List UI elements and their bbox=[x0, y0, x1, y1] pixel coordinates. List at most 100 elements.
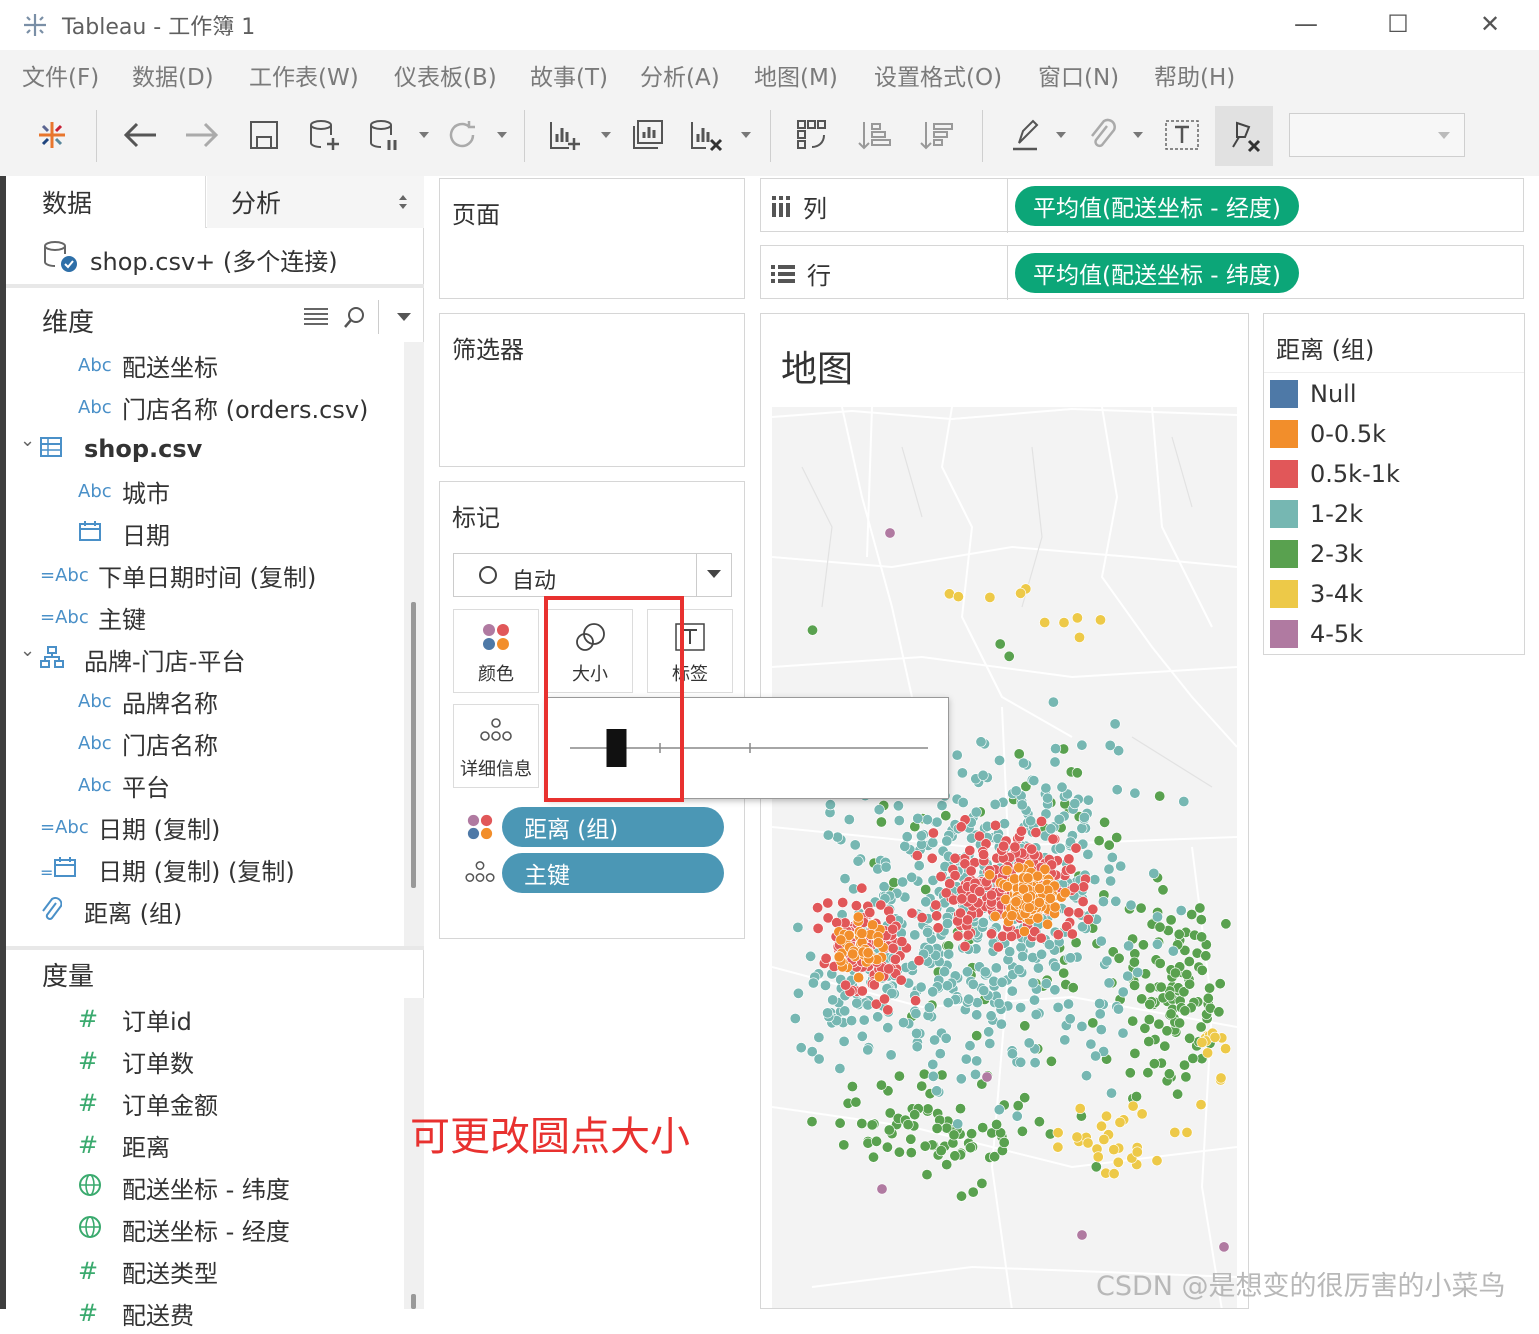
map-plot[interactable] bbox=[772, 407, 1237, 1309]
fix-axes-icon[interactable] bbox=[1215, 106, 1273, 166]
swap-icon[interactable] bbox=[790, 112, 834, 158]
menu-data[interactable]: 数据(D) bbox=[132, 58, 214, 92]
pages-card[interactable]: 页面 bbox=[439, 178, 745, 299]
menu-file[interactable]: 文件(F) bbox=[22, 58, 99, 92]
legend-item[interactable]: 2-3k bbox=[1270, 539, 1363, 569]
measure-field[interactable]: 配送坐标 - 经度 bbox=[78, 1208, 290, 1250]
legend-item[interactable]: 4-5k bbox=[1270, 619, 1363, 649]
search-icon[interactable] bbox=[344, 306, 366, 328]
dimension-field[interactable]: shop.csv bbox=[40, 428, 202, 470]
pause-updates-icon[interactable] bbox=[362, 112, 406, 158]
close-button[interactable]: ✕ bbox=[1460, 6, 1520, 42]
forward-icon[interactable] bbox=[180, 112, 224, 158]
map-point bbox=[1094, 614, 1106, 626]
dimension-field[interactable]: = 日期 (复制) (复制) bbox=[40, 848, 295, 890]
filters-card[interactable]: 筛选器 bbox=[439, 313, 745, 467]
tableau-logo-icon[interactable] bbox=[30, 112, 74, 158]
label-icon[interactable] bbox=[1160, 112, 1204, 158]
connection-row[interactable]: shop.csv+ (多个连接) bbox=[6, 228, 424, 288]
maximize-button[interactable]: ☐ bbox=[1368, 6, 1428, 42]
dropdown-arrow-icon[interactable] bbox=[1056, 132, 1066, 138]
collapse-chevron-icon[interactable]: ⌄ bbox=[20, 640, 35, 661]
measure-field[interactable]: # 订单id bbox=[78, 998, 192, 1040]
dimension-field[interactable]: Abc 品牌名称 bbox=[78, 680, 218, 722]
dimension-field[interactable]: 日期 bbox=[78, 512, 170, 554]
dimension-field[interactable]: =Abc 主键 bbox=[40, 596, 146, 638]
legend-item[interactable]: 0-0.5k bbox=[1270, 419, 1386, 449]
refresh-icon[interactable] bbox=[440, 112, 484, 158]
clear-sheet-icon[interactable] bbox=[684, 112, 728, 158]
dimension-field[interactable]: Abc 城市 bbox=[78, 470, 170, 512]
number-type-icon: # bbox=[78, 1257, 99, 1285]
menu-map[interactable]: 地图(M) bbox=[754, 58, 838, 92]
dimension-field[interactable]: 品牌-门店-平台 bbox=[40, 638, 245, 680]
measure-field[interactable]: # 订单数 bbox=[78, 1040, 194, 1082]
rows-shelf[interactable]: 行 平均值(配送坐标 - 纬度) bbox=[760, 245, 1524, 300]
measure-field[interactable]: # 订单金额 bbox=[78, 1082, 218, 1124]
dimensions-scrollbar[interactable] bbox=[404, 342, 424, 946]
back-icon[interactable] bbox=[118, 112, 162, 158]
columns-icon bbox=[772, 195, 790, 217]
save-icon[interactable] bbox=[242, 112, 286, 158]
columns-shelf[interactable]: 列 平均值(配送坐标 - 经度) bbox=[760, 178, 1524, 233]
measure-field[interactable]: # 配送费 bbox=[78, 1292, 194, 1334]
new-datasource-icon[interactable] bbox=[302, 112, 346, 158]
map-point bbox=[1076, 1229, 1088, 1241]
dimension-field[interactable]: Abc 门店名称 (orders.csv) bbox=[78, 386, 368, 428]
detail-pill[interactable]: 主键 bbox=[502, 853, 724, 893]
legend-item[interactable]: Null bbox=[1270, 379, 1357, 409]
dropdown-arrow-icon[interactable] bbox=[601, 132, 611, 138]
detail-button[interactable]: 详细信息 bbox=[453, 704, 539, 788]
show-me-combo[interactable] bbox=[1289, 113, 1465, 157]
map-canvas[interactable] bbox=[772, 407, 1237, 1309]
collapse-chevron-icon[interactable]: ⌄ bbox=[20, 430, 35, 451]
dropdown-arrow-icon[interactable] bbox=[419, 132, 429, 138]
dropdown-arrow-icon[interactable] bbox=[741, 132, 751, 138]
legend-item[interactable]: 0.5k-1k bbox=[1270, 459, 1400, 489]
measure-field-label: 配送坐标 - 经度 bbox=[122, 1217, 290, 1246]
tab-analysis[interactable]: 分析 bbox=[207, 176, 424, 228]
map-point bbox=[1104, 739, 1116, 751]
measure-field[interactable]: # 配送类型 bbox=[78, 1250, 218, 1292]
menu-worksheet[interactable]: 工作表(W) bbox=[249, 58, 359, 92]
rows-pill[interactable]: 平均值(配送坐标 - 纬度) bbox=[1015, 253, 1299, 293]
map-point bbox=[906, 907, 918, 919]
pane-menu-dropdown-icon[interactable] bbox=[397, 313, 411, 321]
tab-data[interactable]: 数据 bbox=[6, 176, 206, 228]
minimize-button[interactable]: — bbox=[1276, 6, 1336, 42]
map-point bbox=[822, 897, 834, 909]
color-pill[interactable]: 距离 (组) bbox=[502, 807, 724, 847]
scrollbar-thumb[interactable] bbox=[411, 602, 416, 888]
menu-analysis[interactable]: 分析(A) bbox=[640, 58, 720, 92]
menu-format[interactable]: 设置格式(O) bbox=[874, 58, 1002, 92]
measure-field[interactable]: # 距离 bbox=[78, 1124, 170, 1166]
menu-story[interactable]: 故事(T) bbox=[530, 58, 608, 92]
dropdown-arrow-icon[interactable] bbox=[497, 132, 507, 138]
highlight-icon[interactable] bbox=[1004, 112, 1048, 158]
scrollbar-thumb[interactable] bbox=[411, 1294, 416, 1309]
color-button[interactable]: 颜色 bbox=[453, 609, 539, 693]
duplicate-sheet-icon[interactable] bbox=[626, 112, 670, 158]
dimension-field-label: 距离 (组) bbox=[84, 899, 183, 928]
dimension-field[interactable]: Abc 配送坐标 bbox=[78, 344, 218, 386]
menu-window[interactable]: 窗口(N) bbox=[1038, 58, 1119, 92]
columns-pill[interactable]: 平均值(配送坐标 - 经度) bbox=[1015, 186, 1299, 226]
group-icon[interactable] bbox=[1080, 112, 1124, 158]
dropdown-arrow-icon[interactable] bbox=[1133, 132, 1143, 138]
legend-item[interactable]: 1-2k bbox=[1270, 499, 1363, 529]
new-worksheet-icon[interactable] bbox=[542, 112, 586, 158]
mark-type-dropdown[interactable]: 自动 bbox=[453, 553, 732, 597]
dimension-field[interactable]: =Abc 下单日期时间 (复制) bbox=[40, 554, 316, 596]
map-point bbox=[1087, 1017, 1099, 1029]
dimension-field[interactable]: 距离 (组) bbox=[40, 890, 182, 932]
dimension-field[interactable]: Abc 平台 bbox=[78, 764, 170, 806]
sort-ascending-icon[interactable] bbox=[852, 112, 896, 158]
dimension-field[interactable]: =Abc 日期 (复制) bbox=[40, 806, 220, 848]
menu-dashboard[interactable]: 仪表板(B) bbox=[394, 58, 497, 92]
dimension-field[interactable]: Abc 门店名称 bbox=[78, 722, 218, 764]
legend-item[interactable]: 3-4k bbox=[1270, 579, 1363, 609]
menu-help[interactable]: 帮助(H) bbox=[1154, 58, 1235, 92]
sort-descending-icon[interactable] bbox=[914, 112, 958, 158]
measure-field[interactable]: 配送坐标 - 纬度 bbox=[78, 1166, 290, 1208]
list-view-icon[interactable] bbox=[304, 306, 328, 326]
